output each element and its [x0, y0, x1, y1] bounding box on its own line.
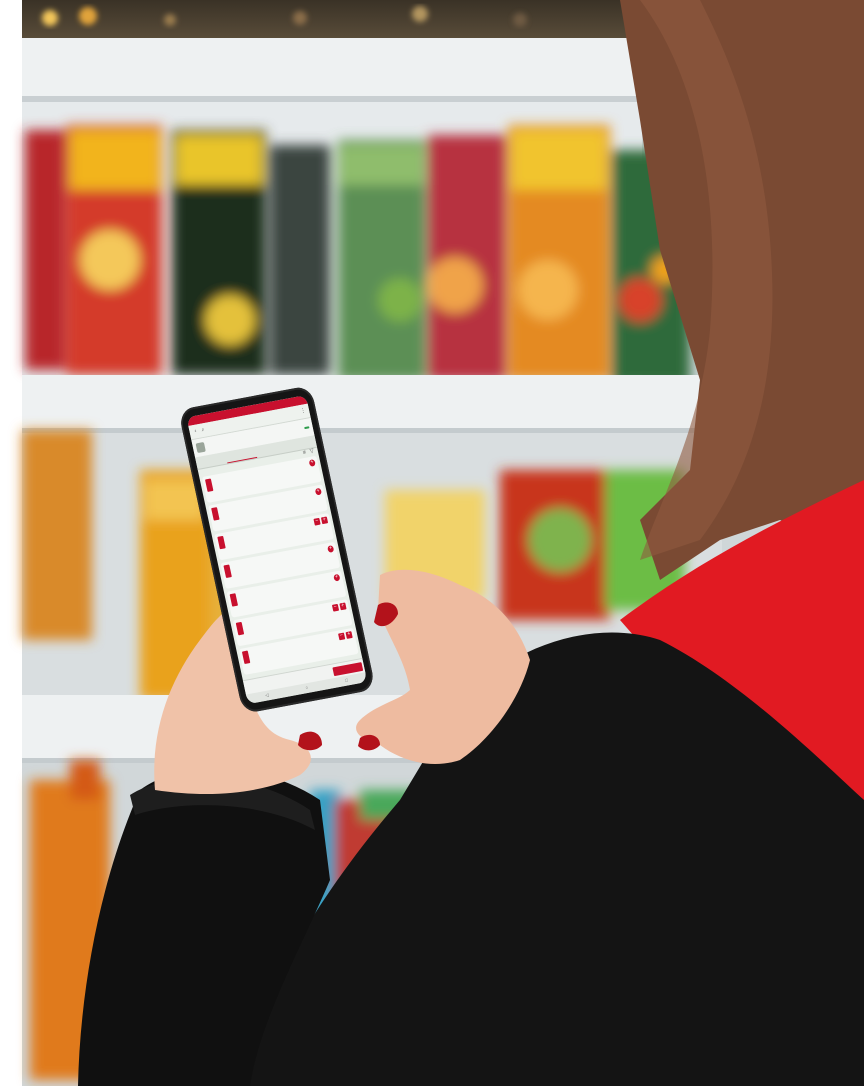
plus-icon[interactable]: + — [345, 631, 353, 639]
add-icon[interactable]: + — [327, 545, 335, 553]
upper-shelf — [22, 38, 642, 100]
plus-icon[interactable]: + — [320, 516, 329, 525]
middle-shelf — [22, 375, 722, 430]
filter-icon[interactable]: ▽ — [309, 448, 315, 455]
quantity-stepper[interactable]: − + — [331, 602, 347, 612]
minus-icon[interactable]: − — [338, 632, 346, 641]
minus-icon[interactable]: − — [331, 603, 340, 612]
status-battery — [301, 396, 303, 405]
store-thumbnail — [195, 441, 206, 454]
add-icon[interactable]: + — [333, 573, 341, 582]
photo-scene: ‹ ⌕ ⋮ ≡ ▽ + + − + + + − + − + ◁ ○ □ — [0, 0, 864, 1086]
top-shelf-bottles — [22, 0, 642, 40]
bottom-action-1[interactable] — [244, 682, 273, 687]
search-icon[interactable]: ⌕ — [200, 427, 206, 434]
quantity-stepper[interactable]: − + — [338, 631, 353, 641]
product-image — [204, 478, 214, 492]
plus-icon[interactable]: + — [339, 602, 347, 611]
store-badge — [304, 426, 310, 430]
nav-back-icon[interactable]: ◁ — [265, 692, 269, 698]
nav-home-icon[interactable]: ○ — [305, 685, 309, 691]
nav-recents-icon[interactable]: □ — [345, 678, 349, 684]
product-image — [241, 650, 251, 665]
background-illustration — [0, 0, 864, 1086]
quantity-stepper[interactable]: − + — [313, 516, 329, 526]
bottom-action-3[interactable] — [303, 672, 332, 677]
more-icon[interactable]: ⋮ — [300, 408, 306, 415]
product-image — [229, 593, 239, 607]
sort-icon[interactable]: ≡ — [301, 450, 307, 457]
product-image — [235, 621, 245, 636]
add-icon[interactable]: + — [308, 459, 316, 467]
product-image — [211, 507, 220, 521]
status-time — [191, 416, 193, 425]
minus-icon[interactable]: − — [313, 517, 321, 526]
back-arrow-icon[interactable]: ‹ — [192, 428, 198, 435]
product-image — [223, 564, 232, 578]
juice-cartons — [25, 125, 690, 385]
add-icon[interactable]: + — [314, 487, 322, 496]
bottom-action-2[interactable] — [274, 677, 303, 682]
product-image — [217, 535, 226, 550]
